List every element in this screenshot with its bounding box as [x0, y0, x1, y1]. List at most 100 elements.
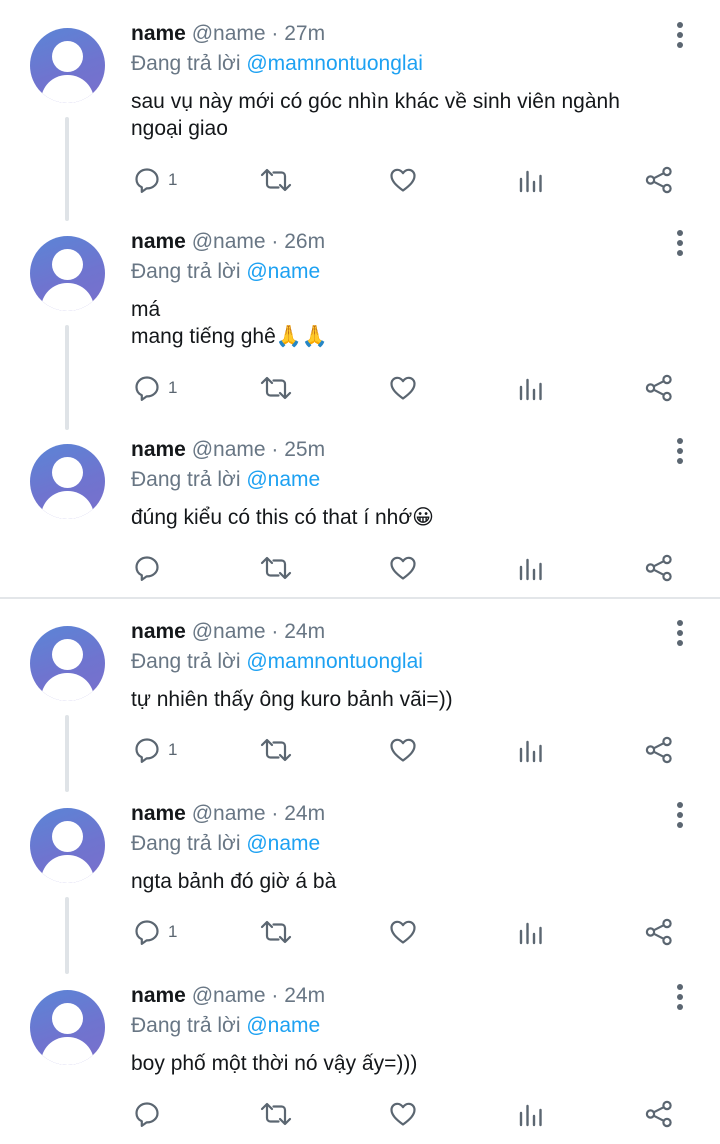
reply-button[interactable]: 1 [132, 733, 177, 767]
reply-icon [135, 376, 159, 401]
reply-context: Đang trả lời @mamnontuonglai [131, 650, 423, 674]
mention-link[interactable]: @name [246, 1014, 320, 1037]
like-button[interactable] [388, 915, 418, 949]
handle[interactable]: @name [192, 230, 266, 253]
timestamp[interactable]: 24m [284, 620, 325, 643]
reply-count: 1 [168, 740, 178, 759]
display-name[interactable]: name [131, 230, 186, 253]
like-button[interactable] [388, 371, 418, 405]
tweet-header: name @name · 27m [131, 22, 325, 46]
tweet-text-line: ngta bảnh đó giờ á bà [131, 870, 337, 893]
avatar[interactable] [30, 444, 105, 519]
retweet-button[interactable] [259, 733, 293, 767]
tweet-text-line: sau vụ này mới có góc nhìn khác về sinh … [131, 90, 620, 113]
heart-icon [390, 920, 416, 944]
share-button[interactable] [644, 1097, 674, 1131]
tweet[interactable]: name @name · 24m Đang trả lời @mamnontuo… [0, 598, 720, 792]
analytics-icon [519, 740, 542, 763]
display-name[interactable]: name [131, 984, 186, 1007]
like-button[interactable] [388, 1097, 418, 1131]
mention-link[interactable]: @name [246, 260, 320, 283]
more-vertical-icon[interactable] [673, 230, 687, 256]
heart-icon [390, 556, 416, 580]
more-vertical-icon[interactable] [673, 438, 687, 464]
like-button[interactable] [388, 733, 418, 767]
handle[interactable]: @name [192, 620, 266, 643]
handle[interactable]: @name [192, 984, 266, 1007]
share-icon [645, 918, 672, 946]
avatar[interactable] [30, 808, 105, 883]
display-name[interactable]: name [131, 620, 186, 643]
mention-link[interactable]: @name [246, 832, 320, 855]
share-button[interactable] [644, 551, 674, 585]
handle[interactable]: @name [192, 438, 266, 461]
avatar[interactable] [30, 28, 105, 103]
avatar[interactable] [30, 626, 105, 701]
like-button[interactable] [388, 163, 418, 197]
more-vertical-icon[interactable] [673, 984, 687, 1010]
reply-prefix: Đang trả lời [131, 52, 241, 75]
analytics-icon [519, 378, 542, 401]
like-button[interactable] [388, 551, 418, 585]
handle[interactable]: @name [192, 802, 266, 825]
more-vertical-icon[interactable] [673, 802, 687, 828]
reply-icon [135, 556, 159, 581]
tweet[interactable]: name @name · 26m Đang trả lời @name má m… [0, 208, 720, 430]
mention-link[interactable]: @mamnontuonglai [246, 52, 423, 75]
reply-button[interactable]: 1 [132, 163, 177, 197]
share-icon [645, 374, 672, 402]
avatar[interactable] [30, 990, 105, 1065]
reply-count: 1 [168, 922, 178, 941]
retweet-button[interactable] [259, 551, 293, 585]
analytics-button[interactable] [518, 163, 546, 197]
tweet[interactable]: name @name · 27m Đang trả lời @mamnontuo… [0, 0, 720, 221]
share-button[interactable] [644, 371, 674, 405]
timestamp[interactable]: 25m [284, 438, 325, 461]
analytics-button[interactable] [518, 551, 546, 585]
heart-icon [390, 738, 416, 762]
tweet-text: đúng kiểu có this có that í nhớ😀 [131, 504, 671, 531]
analytics-icon [519, 1104, 542, 1127]
display-name[interactable]: name [131, 22, 186, 45]
tweet[interactable]: name @name · 24m Đang trả lời @name boy … [0, 962, 720, 1144]
mention-link[interactable]: @name [246, 468, 320, 491]
display-name[interactable]: name [131, 802, 186, 825]
retweet-button[interactable] [259, 163, 293, 197]
share-button[interactable] [644, 733, 674, 767]
share-icon [645, 736, 672, 764]
more-vertical-icon[interactable] [673, 22, 687, 48]
reply-button[interactable] [132, 551, 168, 585]
reply-prefix: Đang trả lời [131, 260, 241, 283]
tweet[interactable]: name @name · 25m Đang trả lời @name đúng… [0, 416, 720, 596]
tweet-text: sau vụ này mới có góc nhìn khác về sinh … [131, 88, 671, 142]
reply-button[interactable] [132, 1097, 168, 1131]
reply-button[interactable]: 1 [132, 915, 177, 949]
tweet[interactable]: name @name · 24m Đang trả lời @name ngta… [0, 780, 720, 974]
analytics-button[interactable] [518, 915, 546, 949]
timestamp[interactable]: 26m [284, 230, 325, 253]
timestamp[interactable]: 27m [284, 22, 325, 45]
separator: · [271, 620, 279, 643]
separator: · [271, 438, 279, 461]
share-button[interactable] [644, 163, 674, 197]
retweet-button[interactable] [259, 915, 293, 949]
analytics-button[interactable] [518, 1097, 546, 1131]
more-vertical-icon[interactable] [673, 620, 687, 646]
handle[interactable]: @name [192, 22, 266, 45]
share-icon [645, 554, 672, 582]
reply-count: 1 [168, 378, 178, 397]
retweet-button[interactable] [259, 371, 293, 405]
share-button[interactable] [644, 915, 674, 949]
timestamp[interactable]: 24m [284, 984, 325, 1007]
reply-count: 1 [168, 170, 178, 189]
display-name[interactable]: name [131, 438, 186, 461]
reply-icon [135, 920, 159, 945]
analytics-button[interactable] [518, 733, 546, 767]
reply-button[interactable]: 1 [132, 371, 177, 405]
avatar[interactable] [30, 236, 105, 311]
mention-link[interactable]: @mamnontuonglai [246, 650, 423, 673]
analytics-button[interactable] [518, 371, 546, 405]
timestamp[interactable]: 24m [284, 802, 325, 825]
reply-context: Đang trả lời @name [131, 468, 320, 492]
retweet-button[interactable] [259, 1097, 293, 1131]
